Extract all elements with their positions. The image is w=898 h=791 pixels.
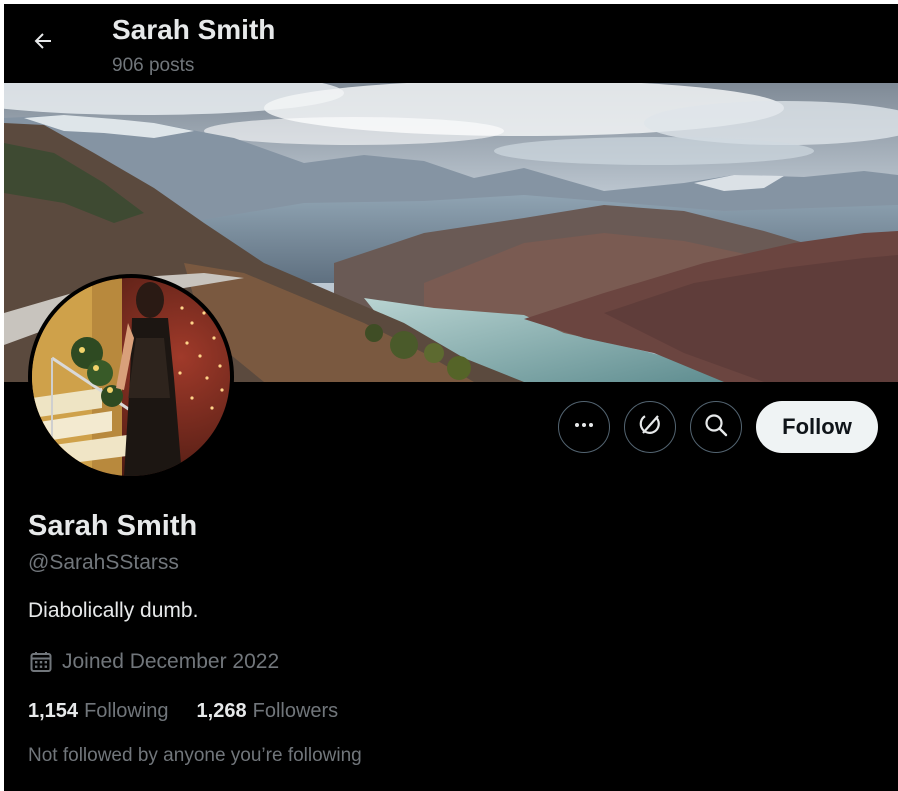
search-button[interactable] — [690, 401, 742, 453]
not-followed-notice: Not followed by anyone you’re following — [28, 745, 362, 766]
followers-label: Followers — [252, 700, 339, 722]
grok-icon — [637, 412, 663, 443]
grok-button[interactable] — [624, 401, 676, 453]
follow-stats: 1,154 Following 1,268 Followers — [28, 700, 366, 723]
arrow-left-icon — [31, 29, 55, 58]
search-icon — [703, 412, 729, 443]
following-link[interactable]: 1,154 Following — [28, 700, 169, 723]
back-button[interactable] — [24, 24, 62, 62]
more-button[interactable] — [558, 401, 610, 453]
profile-page: Sarah Smith 906 posts Follow Sarah Smith… — [4, 4, 898, 791]
joined-date: Joined December 2022 — [28, 649, 279, 675]
joined-text: Joined December 2022 — [62, 650, 280, 673]
calendar-icon — [28, 649, 54, 675]
following-count: 1,154 — [28, 700, 79, 722]
ellipsis-icon — [572, 413, 596, 442]
following-label: Following — [84, 700, 169, 722]
avatar-photo — [32, 278, 230, 476]
bio: Diabolically dumb. — [28, 599, 199, 622]
followers-link[interactable]: 1,268 Followers — [197, 700, 339, 723]
display-name: Sarah Smith — [28, 510, 198, 542]
handle: @SarahSStarss — [28, 551, 179, 574]
post-count: 906 posts — [112, 55, 195, 76]
profile-header: Sarah Smith 906 posts — [4, 4, 898, 83]
header-display-name: Sarah Smith — [112, 14, 276, 45]
profile-avatar[interactable] — [28, 274, 234, 480]
follow-button[interactable]: Follow — [756, 401, 878, 453]
followers-count: 1,268 — [196, 700, 247, 722]
